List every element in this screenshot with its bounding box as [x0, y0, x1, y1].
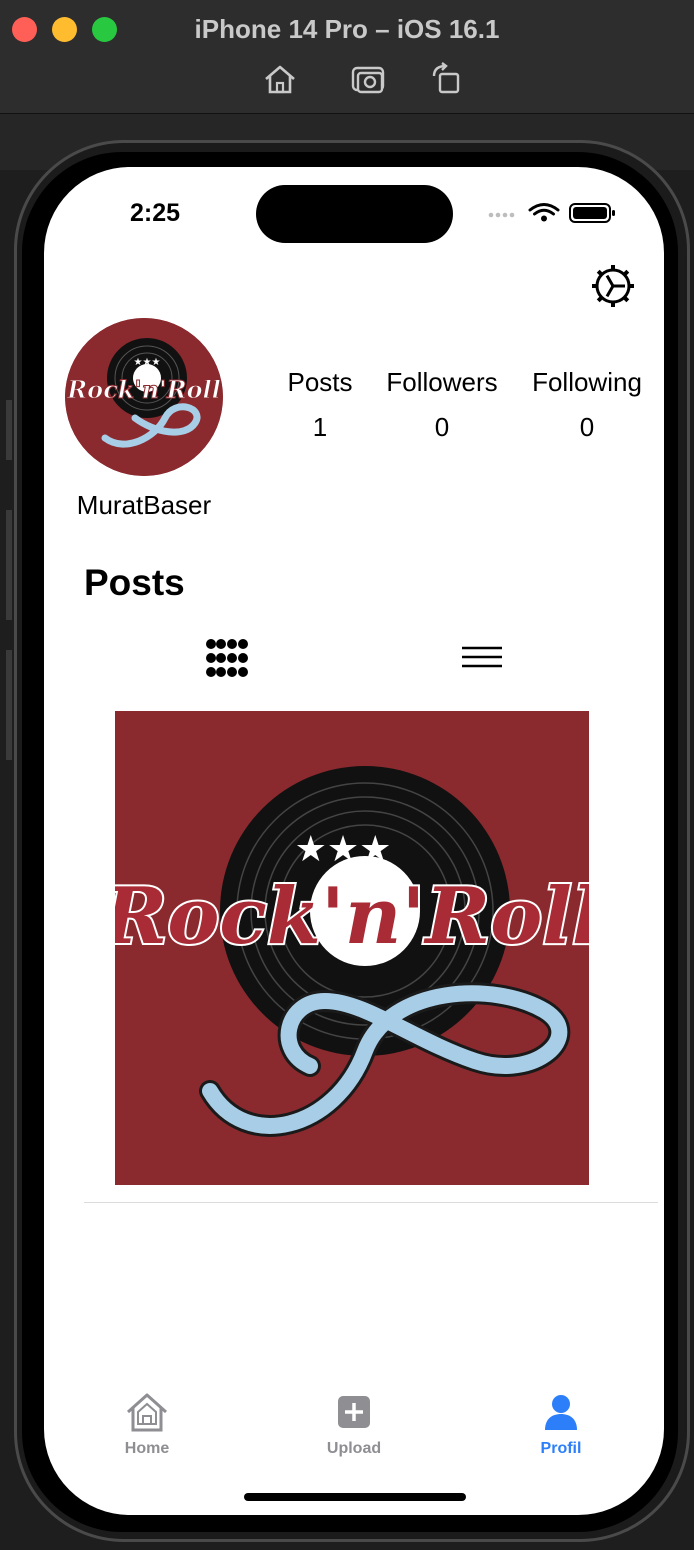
- side-decoration: [6, 650, 12, 760]
- posts-stat-value: 1: [312, 412, 328, 442]
- wifi-icon: [528, 203, 560, 216]
- following-stat-label: Following: [532, 367, 642, 397]
- dynamic-island: [256, 185, 453, 243]
- battery-icon: [569, 203, 615, 223]
- profile-avatar[interactable]: ★★★ Rock'n'Roll: [65, 318, 223, 476]
- grid-view-icon[interactable]: [204, 637, 250, 679]
- post-image[interactable]: ★★★ Rock'n'Roll: [115, 711, 589, 1185]
- following-stat[interactable]: Following 0: [526, 367, 648, 443]
- stars-decoration: ★★★: [295, 829, 392, 870]
- followers-stat-label: Followers: [386, 367, 498, 397]
- home-indicator: [244, 1493, 466, 1501]
- posts-section-title: Posts: [84, 562, 185, 603]
- list-view-icon[interactable]: [460, 643, 504, 673]
- post-logo-text: Rock'n'Roll: [115, 871, 589, 962]
- upload-tab-label: Upload: [326, 1440, 382, 1457]
- person-icon: [545, 1395, 577, 1430]
- svg-text:★★★: ★★★: [134, 357, 161, 368]
- home-tab-icon: [126, 1393, 168, 1432]
- screenshot-icon[interactable]: [350, 62, 386, 96]
- home-tab-label: Home: [124, 1440, 170, 1457]
- side-decoration: [6, 510, 12, 620]
- profil-tab-label: Profil: [540, 1440, 582, 1457]
- post-logo-image: ★★★ Rock'n'Roll: [115, 711, 589, 1185]
- tab-bar: Home Upload Profil: [44, 1382, 664, 1472]
- posts-stat[interactable]: Posts 1: [275, 367, 365, 443]
- home-icon[interactable]: [262, 62, 298, 96]
- avatar-logo-text: Rock'n'Roll: [66, 375, 221, 404]
- rotate-icon[interactable]: [430, 62, 466, 96]
- upload-plus-icon: [338, 1396, 370, 1428]
- phone-screen: 2:25 ★★★ Rock'n'Roll MuratBaser Posts 1 …: [44, 167, 664, 1515]
- status-time: 2:25: [130, 199, 181, 227]
- simulator-title: iPhone 14 Pro – iOS 16.1: [194, 14, 500, 44]
- tab-profil[interactable]: Profil: [501, 1382, 621, 1462]
- following-stat-value: 0: [579, 412, 595, 442]
- followers-stat[interactable]: Followers 0: [380, 367, 504, 443]
- posts-stat-label: Posts: [287, 367, 353, 397]
- simulator-titlebar: iPhone 14 Pro – iOS 16.1: [0, 0, 694, 114]
- avatar-logo-image: ★★★ Rock'n'Roll: [65, 318, 223, 476]
- status-icons: [488, 203, 615, 223]
- followers-stat-value: 0: [434, 412, 450, 442]
- posts-divider: [84, 1202, 658, 1203]
- settings-gear-icon[interactable]: [590, 263, 636, 309]
- tab-upload[interactable]: Upload: [294, 1382, 414, 1462]
- profile-username: MuratBaser: [76, 490, 212, 520]
- tab-home[interactable]: Home: [87, 1382, 207, 1462]
- side-decoration: [6, 400, 12, 460]
- cellular-icon: [488, 212, 515, 218]
